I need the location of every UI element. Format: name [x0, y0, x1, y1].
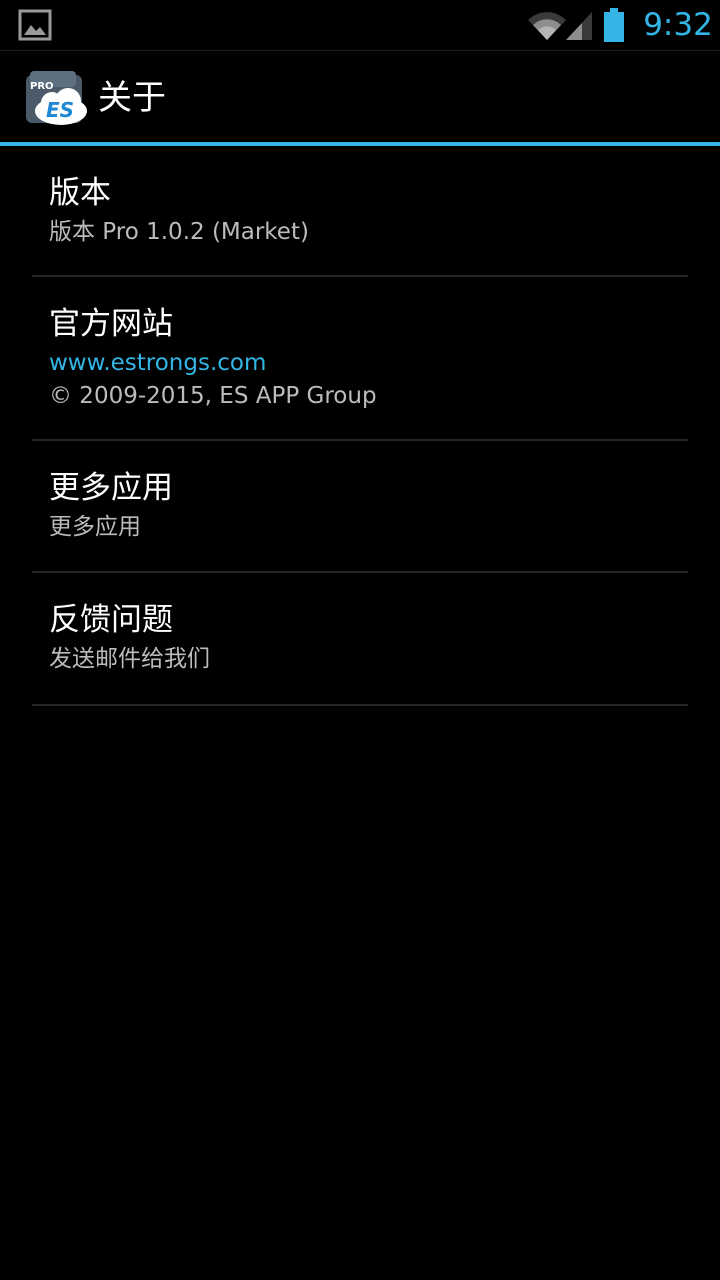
- status-clock: 9:32: [643, 7, 713, 43]
- website-title: 官方网站: [49, 306, 173, 342]
- version-item[interactable]: 版本 版本 Pro 1.0.2 (Market): [0, 146, 720, 277]
- es-file-explorer-icon[interactable]: PRO ES: [24, 69, 90, 129]
- wifi-icon: [528, 12, 566, 40]
- about-list: 版本 版本 Pro 1.0.2 (Market) 官方网站 www.estron…: [0, 146, 720, 706]
- copyright-text: © 2009-2015, ES APP Group: [49, 383, 377, 409]
- page-title: 关于: [98, 78, 166, 118]
- feedback-subtitle: 发送邮件给我们: [49, 646, 210, 672]
- signal-icon: [566, 12, 592, 40]
- website-item[interactable]: 官方网站 www.estrongs.com © 2009-2015, ES AP…: [0, 277, 720, 441]
- more-apps-subtitle: 更多应用: [49, 514, 141, 540]
- status-bar: 9:32: [0, 0, 720, 50]
- action-bar: PRO ES 关于: [0, 51, 720, 142]
- app-icon-text: ES: [46, 98, 74, 122]
- battery-icon: [604, 8, 624, 42]
- gallery-icon[interactable]: [18, 8, 52, 42]
- website-link[interactable]: www.estrongs.com: [49, 347, 266, 379]
- app-icon-badge: PRO: [30, 81, 54, 92]
- feedback-item[interactable]: 反馈问题 发送邮件给我们: [0, 573, 720, 706]
- version-title: 版本: [49, 175, 111, 211]
- version-subtitle: 版本 Pro 1.0.2 (Market): [49, 219, 309, 245]
- more-apps-item[interactable]: 更多应用 更多应用: [0, 441, 720, 573]
- more-apps-title: 更多应用: [49, 470, 173, 506]
- feedback-title: 反馈问题: [49, 602, 173, 638]
- list-divider: [32, 704, 688, 706]
